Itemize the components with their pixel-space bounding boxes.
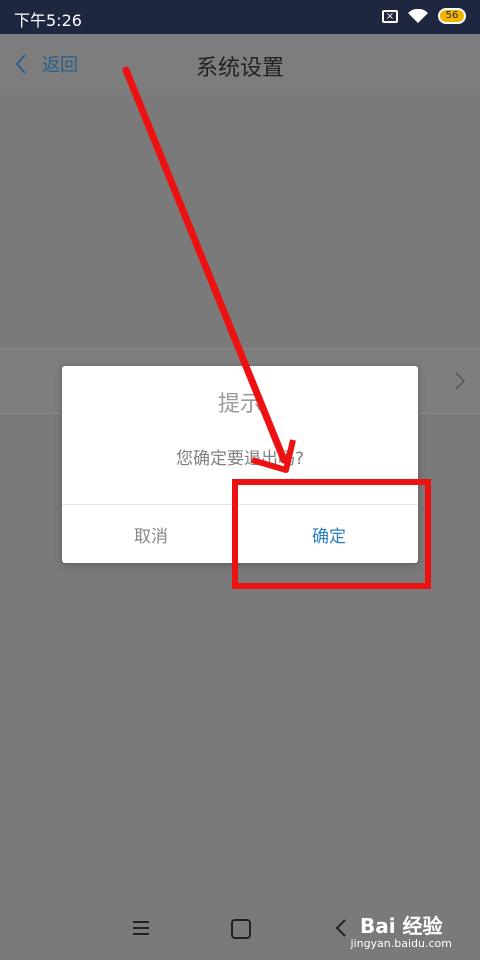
app-header: 返回 系统设置 [0,34,480,94]
status-bar: 下午5:26 × 56 [0,0,480,34]
home-icon[interactable] [231,919,251,939]
chevron-right-icon [455,372,466,390]
confirm-dialog: 提示 您确定要退出吗? 取消 确定 [62,366,418,563]
battery-icon: 56 [438,8,466,24]
wifi-icon [408,8,428,23]
cancel-button[interactable]: 取消 [62,505,240,563]
status-icons: × 56 [382,8,466,24]
no-sim-icon: × [382,9,398,23]
back-nav-icon[interactable] [335,918,347,938]
menu-icon[interactable] [132,920,150,936]
dialog-title: 提示 [217,392,262,417]
dialog-message: 您确定要退出吗? [175,449,305,469]
watermark-url: jingyan.baidu.com [350,937,452,950]
page-title: 系统设置 [195,56,284,81]
baidu-jingyan-watermark: Bai 经验 jingyan.baidu.com [350,910,452,950]
status-time: 下午5:26 [14,11,82,30]
navigation-bar: Bai 经验 jingyan.baidu.com [0,900,480,960]
watermark-logo: Bai 经验 [359,914,443,938]
confirm-button[interactable]: 确定 [240,505,418,563]
